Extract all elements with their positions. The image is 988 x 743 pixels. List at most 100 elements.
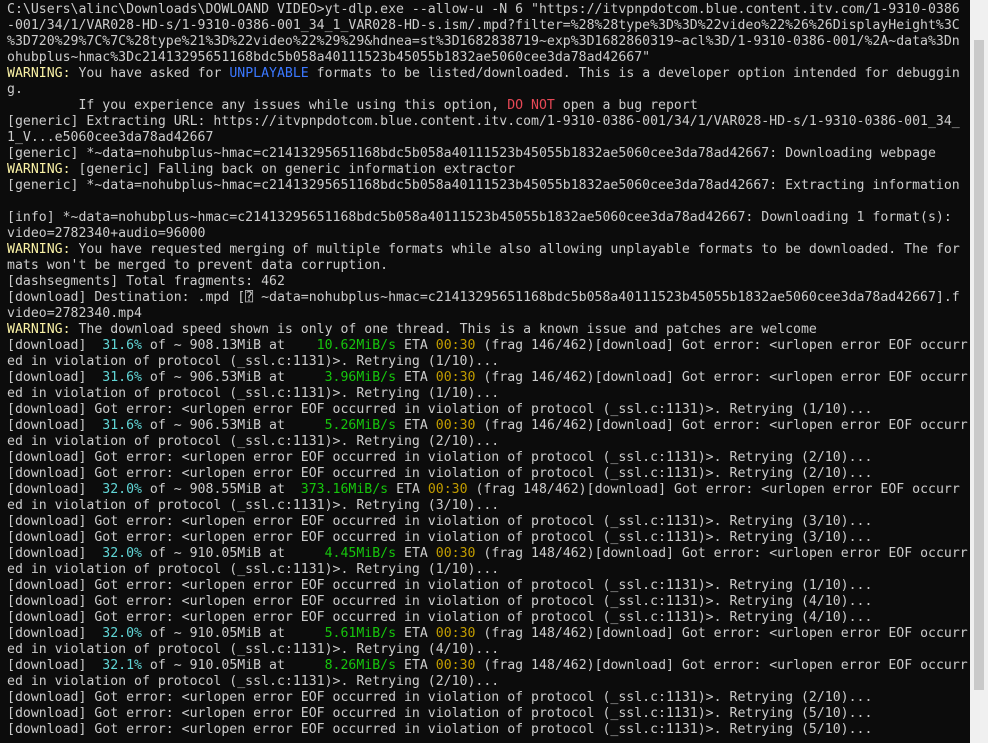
eta-time: 00:30 bbox=[427, 482, 468, 497]
download-speed: 373.16MiB/s bbox=[300, 482, 389, 497]
warning-label: WARNING: bbox=[7, 322, 71, 337]
console-line: 1_V...e5060cee3da78ad42667 bbox=[7, 130, 969, 146]
console-text: ETA bbox=[396, 418, 436, 433]
download-speed: 8.26MiB/s bbox=[324, 658, 397, 673]
vertical-scrollbar[interactable] bbox=[970, 0, 988, 743]
console-text: ohubplus~hmac%3Dc21413295651168bdc5b058a… bbox=[7, 50, 651, 65]
console-line: ed in violation of protocol (_ssl.c:1131… bbox=[7, 674, 969, 690]
console-line: [download] Got error: <urlopen error EOF… bbox=[7, 722, 969, 738]
console-text: video=2782340+audio=96000 bbox=[7, 226, 206, 241]
console-text: You have asked for bbox=[70, 66, 230, 81]
progress-percent: 32.1% bbox=[102, 658, 142, 673]
console-text: ed in violation of protocol (_ssl.c:1131… bbox=[7, 498, 500, 513]
console-text: [download] Got error: <urlopen error EOF… bbox=[7, 722, 873, 737]
console-line: [download] Destination: .mpd [⍰ ~data=no… bbox=[7, 290, 969, 306]
console-line: video=2782340+audio=96000 bbox=[7, 226, 969, 242]
console-text: ed in violation of protocol (_ssl.c:1131… bbox=[7, 674, 500, 689]
console-text: of ~ 906.53MiB at bbox=[141, 418, 325, 433]
console-line: ed in violation of protocol (_ssl.c:1131… bbox=[7, 354, 969, 370]
console-text: (frag 148/462)[download] Got error: <url… bbox=[475, 546, 968, 561]
console-line: ed in violation of protocol (_ssl.c:1131… bbox=[7, 642, 969, 658]
download-speed: 4.45MiB/s bbox=[324, 546, 397, 561]
console-text: [download] Got error: <urlopen error EOF… bbox=[7, 594, 873, 609]
console-text: of ~ 910.05MiB at bbox=[141, 546, 325, 561]
console-text: ed in violation of protocol (_ssl.c:1131… bbox=[7, 354, 500, 369]
progress-percent: 31.6% bbox=[102, 370, 142, 385]
progress-percent: 31.6% bbox=[102, 418, 142, 433]
console-text: ed in violation of protocol (_ssl.c:1131… bbox=[7, 642, 500, 657]
console-text: [generic] *~data=nohubplus~hmac=c2141329… bbox=[7, 146, 936, 161]
console-text: 1_V...e5060cee3da78ad42667 bbox=[7, 130, 214, 145]
console-text: [generic] Extracting URL: https://itvpnp… bbox=[7, 114, 960, 129]
console-text: video=2782340.mp4 bbox=[7, 306, 142, 321]
console-line: [download] 31.6% of ~ 906.53MiB at 5.26M… bbox=[7, 418, 969, 434]
console-text: [download] Got error: <urlopen error EOF… bbox=[7, 402, 873, 417]
console-line: [download] Got error: <urlopen error EOF… bbox=[7, 530, 969, 546]
console-line: WARNING: The download speed shown is onl… bbox=[7, 322, 969, 338]
console-text: ETA bbox=[396, 338, 436, 353]
console-line: [download] Got error: <urlopen error EOF… bbox=[7, 594, 969, 610]
download-speed: 5.61MiB/s bbox=[324, 626, 397, 641]
console-line: [download] Got error: <urlopen error EOF… bbox=[7, 690, 969, 706]
console-text: [download] bbox=[7, 370, 103, 385]
console-line: [download] 32.1% of ~ 910.05MiB at 8.26M… bbox=[7, 658, 969, 674]
scrollbar-thumb[interactable] bbox=[974, 40, 984, 690]
console-line: mats won't be merged to prevent data cor… bbox=[7, 258, 969, 274]
console-text: [download] Got error: <urlopen error EOF… bbox=[7, 530, 873, 545]
console-text: (frag 148/462)[download] Got error: <url… bbox=[467, 482, 960, 497]
eta-time: 00:30 bbox=[435, 418, 476, 433]
console-text: ETA bbox=[396, 546, 436, 561]
console-window[interactable]: C:\Users\alinc\Downloads\DOWLOAND VIDEO>… bbox=[0, 0, 988, 743]
console-text: (frag 146/462)[download] Got error: <url… bbox=[475, 370, 968, 385]
console-line: ed in violation of protocol (_ssl.c:1131… bbox=[7, 562, 969, 578]
console-text: (frag 148/462)[download] Got error: <url… bbox=[475, 626, 968, 641]
download-speed: 3.96MiB/s bbox=[324, 370, 397, 385]
console-text: open a bug report bbox=[554, 98, 698, 113]
console-text: [download] Destination: .mpd [⍰ ~data=no… bbox=[7, 290, 960, 305]
console-text: of ~ 908.13MiB at bbox=[141, 338, 317, 353]
progress-percent: 32.0% bbox=[102, 546, 142, 561]
console-line: [download] Got error: <urlopen error EOF… bbox=[7, 706, 969, 722]
eta-time: 00:30 bbox=[435, 626, 476, 641]
console-text: [download] bbox=[7, 546, 103, 561]
console-text: formats to be listed/downloaded. This is… bbox=[308, 66, 960, 81]
console-text: ETA bbox=[396, 370, 436, 385]
download-speed: 10.62MiB/s bbox=[316, 338, 397, 353]
console-line: ed in violation of protocol (_ssl.c:1131… bbox=[7, 386, 969, 402]
console-output: C:\Users\alinc\Downloads\DOWLOAND VIDEO>… bbox=[7, 2, 969, 738]
console-text: ed in violation of protocol (_ssl.c:1131… bbox=[7, 562, 500, 577]
console-line: [download] Got error: <urlopen error EOF… bbox=[7, 514, 969, 530]
progress-percent: 32.0% bbox=[102, 626, 142, 641]
console-text: %3D720%29%7C%7C%28type%21%3D%22video%22%… bbox=[7, 34, 960, 49]
console-line: [download] Got error: <urlopen error EOF… bbox=[7, 450, 969, 466]
console-text: C:\Users\alinc\Downloads\DOWLOAND VIDEO>… bbox=[7, 2, 960, 17]
console-text: [download] Got error: <urlopen error EOF… bbox=[7, 450, 873, 465]
do-not-text: DO NOT bbox=[507, 98, 555, 113]
console-line: WARNING: [generic] Falling back on gener… bbox=[7, 162, 969, 178]
console-line: [generic] Extracting URL: https://itvpnp… bbox=[7, 114, 969, 130]
console-line: [download] 32.0% of ~ 910.05MiB at 4.45M… bbox=[7, 546, 969, 562]
console-text: [dashsegments] Total fragments: 462 bbox=[7, 274, 285, 289]
console-text: [download] Got error: <urlopen error EOF… bbox=[7, 690, 873, 705]
console-text: ETA bbox=[396, 658, 436, 673]
console-line: [generic] *~data=nohubplus~hmac=c2141329… bbox=[7, 178, 969, 194]
console-text: [download] bbox=[7, 626, 103, 641]
console-line: [download] Got error: <urlopen error EOF… bbox=[7, 402, 969, 418]
console-text: g. bbox=[7, 82, 23, 97]
console-line: [download] 31.6% of ~ 908.13MiB at 10.62… bbox=[7, 338, 969, 354]
warning-label: WARNING: bbox=[7, 66, 71, 81]
console-line: C:\Users\alinc\Downloads\DOWLOAND VIDEO>… bbox=[7, 2, 969, 18]
console-text: [download] bbox=[7, 338, 103, 353]
console-line: [download] 31.6% of ~ 906.53MiB at 3.96M… bbox=[7, 370, 969, 386]
console-text: [download] Got error: <urlopen error EOF… bbox=[7, 514, 873, 529]
console-text: [download] Got error: <urlopen error EOF… bbox=[7, 466, 873, 481]
console-line: If you experience any issues while using… bbox=[7, 98, 969, 114]
console-text: ed in violation of protocol (_ssl.c:1131… bbox=[7, 386, 500, 401]
console-line: ed in violation of protocol (_ssl.c:1131… bbox=[7, 434, 969, 450]
console-text: [generic] *~data=nohubplus~hmac=c2141329… bbox=[7, 178, 960, 193]
console-text: ed in violation of protocol (_ssl.c:1131… bbox=[7, 434, 500, 449]
console-text: If you experience any issues while using… bbox=[7, 98, 508, 113]
warning-label: WARNING: bbox=[7, 242, 71, 257]
console-line: g. bbox=[7, 82, 969, 98]
